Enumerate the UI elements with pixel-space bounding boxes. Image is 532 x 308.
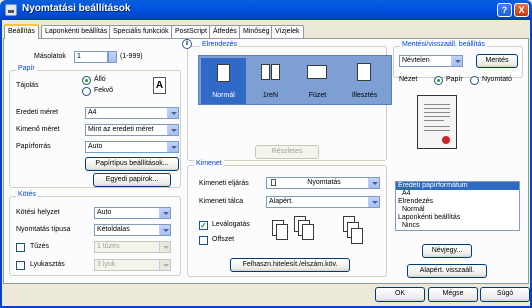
title-bar[interactable]: Nyomtatási beállítások ? X bbox=[0, 0, 532, 20]
punch-label: Lyukasztás bbox=[30, 261, 65, 268]
original-size-label: Eredeti méret bbox=[16, 109, 59, 116]
tab-per-page[interactable]: Laponkénti beállítás bbox=[41, 25, 112, 38]
tab-overlay[interactable]: Átfedés bbox=[209, 25, 241, 38]
copies-label: Másolatok bbox=[34, 53, 66, 60]
print-method-icon bbox=[271, 179, 276, 186]
ok-button[interactable]: OK bbox=[375, 287, 425, 302]
orientation-portrait-label: Álló bbox=[94, 76, 106, 83]
paper-source-select[interactable]: Auto bbox=[85, 141, 179, 153]
binding-position-label: Kötési helyzet bbox=[16, 209, 60, 216]
view-printer-radio[interactable] bbox=[470, 76, 479, 85]
print-type-select[interactable]: Kétoldalas bbox=[94, 224, 171, 236]
save-button[interactable]: Mentés bbox=[476, 54, 518, 68]
layout-normal-option[interactable]: Normál bbox=[201, 58, 246, 104]
binding-group-label: Kötés bbox=[16, 191, 38, 198]
info-icon: i bbox=[182, 39, 192, 49]
view-printer-label: Nyomtató bbox=[482, 76, 512, 83]
collate-checkbox[interactable]: ✓ bbox=[199, 221, 208, 230]
layout-selector[interactable]: Normál 1reN Füzet Illesztés bbox=[198, 55, 392, 105]
orientation-landscape-radio[interactable] bbox=[82, 87, 91, 96]
copies-range: (1-999) bbox=[120, 53, 143, 60]
list-item[interactable]: A4 bbox=[396, 190, 519, 198]
custom-papers-button[interactable]: Egyedi papírok... bbox=[93, 173, 171, 187]
layout-details-button[interactable]: Részletes bbox=[255, 145, 319, 159]
collate-label: Leválogatás bbox=[212, 221, 250, 228]
favorites-group-label: Mentési/visszaáll. beállítás bbox=[400, 41, 487, 48]
paper-source-label: Papírforrás bbox=[16, 143, 51, 150]
tab-watermarks[interactable]: Vízjelek bbox=[271, 25, 304, 38]
paper-group: Papír Tájolás Álló Fekvő A Eredeti méret… bbox=[9, 65, 181, 188]
output-size-select[interactable]: Mint az eredeti méret bbox=[85, 124, 179, 136]
layout-booklet-option[interactable]: Füzet bbox=[295, 58, 340, 104]
page-normal-icon bbox=[217, 64, 230, 82]
preview-page-icon bbox=[417, 95, 457, 149]
orientation-preview-icon: A bbox=[153, 77, 166, 94]
printer-icon bbox=[5, 4, 17, 16]
tab-postscript[interactable]: PostScript bbox=[171, 25, 211, 38]
tab-setup[interactable]: Beállítás bbox=[4, 24, 39, 39]
punch-select[interactable]: 3 lyuk bbox=[94, 259, 171, 271]
help-button[interactable]: Súgó bbox=[480, 287, 530, 302]
offset-checkbox[interactable] bbox=[199, 236, 208, 245]
print-type-label: Nyomtatás típusa bbox=[16, 226, 71, 233]
view-paper-radio[interactable] bbox=[434, 76, 443, 85]
favorites-group: Mentési/visszaáll. beállítás Névtelen Me… bbox=[393, 41, 523, 78]
list-item[interactable]: Laponkénti beállítás bbox=[396, 214, 519, 222]
layout-n-up-option[interactable]: 1reN bbox=[248, 58, 293, 104]
output-group-label: Kimenet bbox=[194, 160, 224, 167]
staple-checkbox[interactable] bbox=[16, 243, 25, 252]
tab-special-functions[interactable]: Speciális funkciók bbox=[109, 25, 173, 38]
window-title: Nyomtatási beállítások bbox=[22, 3, 131, 14]
output-method-select[interactable]: Nyomtatás bbox=[266, 177, 380, 189]
settings-panel: Másolatok 1 (1-999) Papír Tájolás Álló F… bbox=[3, 38, 529, 284]
settings-summary-list[interactable]: Eredeti papírformátum A4 Elrendezés Norm… bbox=[395, 181, 520, 231]
list-item[interactable]: Normál bbox=[396, 206, 519, 214]
original-size-select[interactable]: A4 bbox=[85, 107, 179, 119]
page-fit-icon bbox=[357, 63, 371, 81]
list-item[interactable]: Elrendezés bbox=[396, 198, 519, 206]
orientation-label: Tájolás bbox=[16, 82, 39, 89]
collate-preview-icon bbox=[272, 212, 332, 248]
duplex-indicator-icon bbox=[442, 136, 450, 144]
paper-group-label: Papír bbox=[16, 65, 37, 72]
close-button[interactable]: X bbox=[514, 3, 529, 17]
output-tray-select[interactable]: Alapért. bbox=[266, 196, 380, 208]
tab-quality[interactable]: Minőség bbox=[239, 25, 274, 38]
page-booklet-icon bbox=[307, 65, 327, 79]
paper-type-settings-button[interactable]: Papírtípus beállítások... bbox=[85, 157, 179, 171]
collate-stack-icon bbox=[343, 216, 373, 250]
layout-group-label: Elrendezés bbox=[200, 41, 240, 48]
output-size-label: Kimenő méret bbox=[16, 126, 60, 133]
restore-defaults-button[interactable]: Alapért. visszaáll. bbox=[407, 264, 487, 278]
binding-position-select[interactable]: Auto bbox=[94, 207, 171, 219]
user-authentication-button[interactable]: Felhaszn.hitelesít./elszám.köv. bbox=[230, 258, 350, 272]
layout-fit-option[interactable]: Illesztés bbox=[342, 58, 387, 104]
binding-group: Kötés Kötési helyzet Auto Nyomtatás típu… bbox=[9, 191, 181, 276]
copies-spinner[interactable] bbox=[108, 51, 117, 63]
cancel-button[interactable]: Mégse bbox=[428, 287, 478, 302]
layout-group: Elrendezés i Normál 1reN Füzet Illesztés… bbox=[182, 39, 392, 161]
output-method-label: Kimeneti eljárás bbox=[199, 180, 249, 187]
favorites-select[interactable]: Névtelen bbox=[399, 55, 463, 67]
view-paper-label: Papír bbox=[446, 76, 463, 83]
list-item[interactable]: Eredeti papírformátum bbox=[396, 182, 519, 190]
output-group: Kimenet Kimeneti eljárás Nyomtatás Kimen… bbox=[187, 160, 387, 277]
page-preview bbox=[399, 89, 477, 175]
orientation-landscape-label: Fekvő bbox=[94, 87, 114, 94]
view-label: Nézet bbox=[399, 76, 418, 83]
staple-select[interactable]: 1 tűzés bbox=[94, 241, 171, 253]
list-item[interactable]: Nincs bbox=[396, 222, 519, 230]
help-title-button[interactable]: ? bbox=[497, 3, 512, 17]
copies-input[interactable]: 1 bbox=[74, 51, 108, 63]
about-button[interactable]: Névjegy... bbox=[422, 244, 472, 258]
output-tray-label: Kimeneti tálca bbox=[199, 198, 243, 205]
orientation-portrait-radio[interactable] bbox=[82, 76, 91, 85]
page-n-up-icon bbox=[261, 64, 270, 80]
staple-label: Tűzés bbox=[30, 243, 50, 250]
punch-checkbox[interactable] bbox=[16, 261, 25, 270]
offset-label: Offszet bbox=[212, 236, 235, 243]
